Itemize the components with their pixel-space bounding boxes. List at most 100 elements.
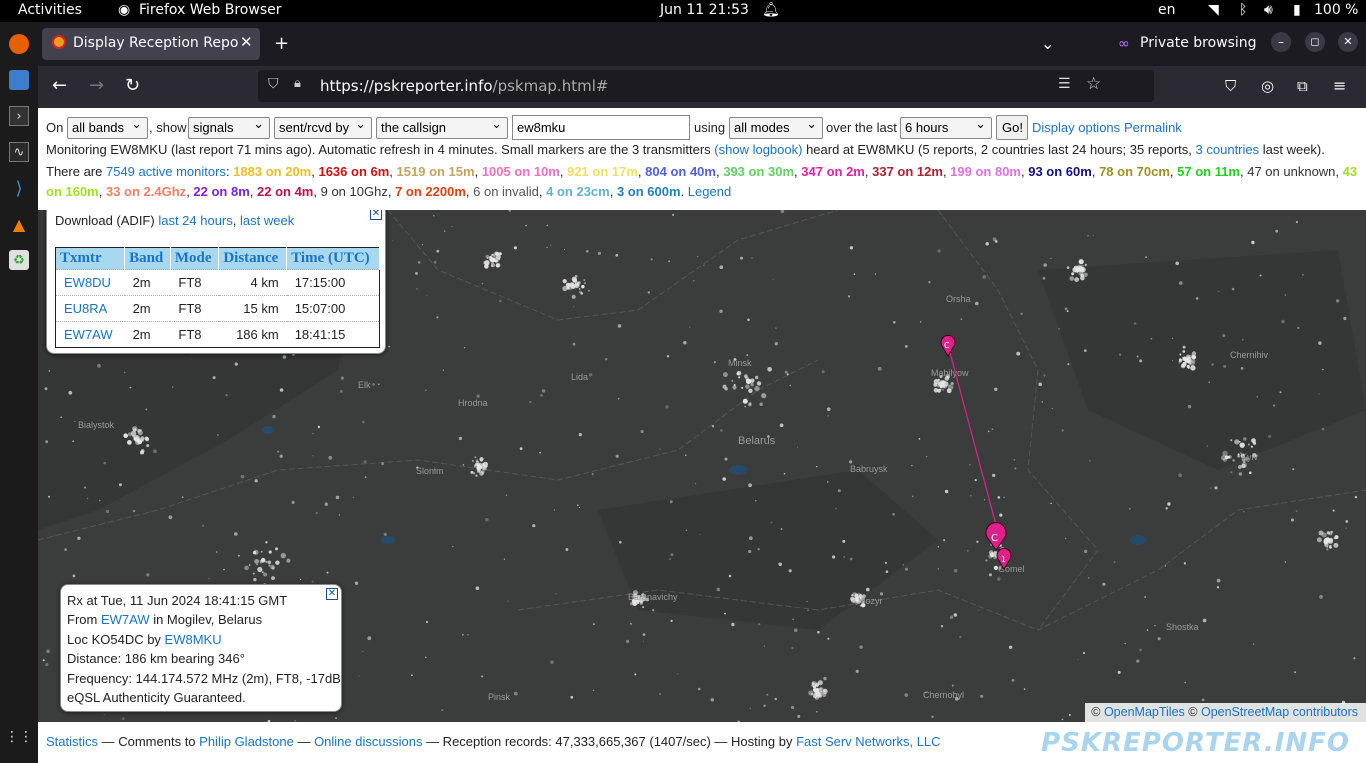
last-week-link[interactable]: last week [240, 213, 294, 228]
online-discussions-link[interactable]: Online discussions [314, 734, 422, 749]
permalink-link[interactable]: Permalink [1124, 120, 1182, 135]
from-callsign-link[interactable]: EW7AW [101, 612, 150, 627]
callsign-mode-select[interactable]: the callsign [376, 116, 508, 139]
account-icon[interactable]: ◎ [1261, 76, 1274, 96]
svg-text:C: C [944, 341, 950, 350]
signals-select[interactable]: signals [188, 116, 270, 139]
map[interactable]: Belarus Minsk Orsha Mahilyow Babruysk Go… [38, 210, 1366, 722]
extensions-icon[interactable]: ⧉ [1297, 76, 1308, 96]
battery-icon[interactable]: ▮ [1293, 2, 1301, 18]
go-button[interactable]: Go! [996, 115, 1028, 140]
philip-gladstone-link[interactable]: Philip Gladstone [199, 734, 294, 749]
terminal-icon[interactable]: › [9, 106, 29, 126]
activities-button[interactable]: Activities [18, 2, 82, 18]
town-light [1119, 353, 1122, 356]
url-text[interactable]: https://pskreporter.info/pskmap.html# [320, 77, 608, 95]
legend-link[interactable]: Legend [688, 184, 731, 199]
column-header[interactable]: Band [124, 247, 171, 270]
url-bar[interactable]: ⛉ 🔒︎ https://pskreporter.info/pskmap.htm… [258, 70, 1154, 102]
band-count: 7 on 2200m [395, 183, 466, 199]
minimize-icon[interactable]: – [1271, 32, 1291, 52]
show-logbook-link[interactable]: (show logbook) [714, 142, 802, 157]
modes-select[interactable]: all modes [729, 116, 823, 139]
town-light [689, 326, 691, 328]
town-light [783, 473, 786, 475]
close-tab-icon[interactable]: ✕ [240, 33, 253, 51]
city-light [756, 381, 762, 386]
tracking-shield-icon[interactable]: ⛉ [268, 76, 279, 92]
city-light [484, 260, 490, 266]
town-light [578, 506, 580, 508]
last-24-hours-link[interactable]: last 24 hours [158, 213, 232, 228]
table-cell[interactable]: EU8RA [55, 295, 125, 322]
hosting-link[interactable]: Fast Serv Networks, LLC [796, 734, 941, 749]
period-select[interactable]: 6 hours [900, 116, 992, 139]
keyboard-language[interactable]: en [1158, 2, 1176, 18]
app-menu[interactable]: Firefox Web Browser [139, 2, 282, 18]
openmaptiles-link[interactable]: OpenMapTiles [1104, 705, 1185, 719]
town-light [1061, 429, 1064, 432]
city-light [732, 385, 737, 390]
town-light [388, 345, 390, 348]
receiver-callsign-link[interactable]: EW8MKU [165, 632, 222, 647]
close-download-popup-icon[interactable]: ✕ [370, 210, 382, 220]
show-apps-icon[interactable]: ⋮⋮ [5, 727, 33, 747]
town-light [381, 462, 384, 466]
wifi-icon[interactable]: ◥ [1208, 2, 1219, 18]
close-info-popup-icon[interactable]: ✕ [326, 588, 338, 600]
system-monitor-icon[interactable]: ∿ [9, 142, 29, 162]
clock[interactable]: Jun 11 21:53 [660, 2, 749, 18]
town-light [1243, 511, 1245, 513]
reload-icon[interactable]: ↻ [125, 76, 140, 96]
volume-icon[interactable]: 🔊︎ [1264, 2, 1273, 18]
display-options-link[interactable]: Display options [1032, 120, 1120, 135]
bands-select[interactable]: all bands [67, 116, 148, 139]
list-tabs-icon[interactable]: ⌄ [1041, 34, 1054, 54]
column-header[interactable]: Txmtr [55, 247, 126, 270]
town-light [640, 429, 644, 434]
bluetooth-icon[interactable]: ᛒ [1239, 2, 1247, 18]
statistics-link[interactable]: Statistics [46, 734, 98, 749]
active-monitors-link[interactable]: 7549 active monitors [106, 164, 226, 179]
town-light [570, 695, 574, 699]
column-header[interactable]: Distance [218, 247, 288, 270]
bookmark-star-icon[interactable]: ☆ [1086, 74, 1101, 94]
city-light [262, 559, 264, 561]
town-light [634, 673, 637, 676]
files-icon[interactable] [9, 70, 29, 90]
column-header[interactable]: Mode [170, 247, 220, 270]
close-window-icon[interactable]: ✕ [1338, 32, 1358, 52]
vlc-icon[interactable]: ▲ [9, 214, 29, 234]
town-light [1231, 287, 1235, 291]
vscode-icon[interactable]: ⟩ [9, 178, 29, 199]
town-light [364, 476, 367, 479]
town-light [617, 398, 620, 400]
bell-icon[interactable]: 🔔︎ [762, 2, 780, 18]
firefox-icon[interactable] [9, 34, 29, 54]
trash-icon[interactable]: ♻ [9, 250, 29, 270]
reader-view-icon[interactable]: ☰ [1058, 76, 1071, 92]
tab-display-reception-report[interactable]: Display Reception Report ✕ [42, 28, 260, 60]
sent-rcvd-select[interactable]: sent/rcvd by [274, 116, 372, 139]
menu-icon[interactable]: ≡ [1333, 76, 1346, 96]
table-cell[interactable]: EW8DU [55, 269, 125, 296]
column-header[interactable]: Time (UTC) [286, 247, 380, 270]
city-light [1241, 462, 1247, 468]
countries-link[interactable]: 3 countries [1196, 142, 1260, 157]
town-light [444, 230, 446, 232]
city-light [1328, 531, 1333, 536]
forward-icon[interactable]: → [89, 76, 104, 96]
lock-icon[interactable]: 🔒︎ [294, 76, 301, 91]
city-light [1251, 438, 1256, 443]
openstreetmap-link[interactable]: OpenStreetMap contributors [1201, 705, 1358, 719]
new-tab-icon[interactable]: + [274, 34, 289, 54]
pocket-icon[interactable]: ⛉ [1225, 76, 1236, 96]
city-light [577, 281, 581, 285]
maximize-icon[interactable]: ◻ [1305, 32, 1325, 52]
band-count: 347 on 2m [801, 164, 865, 179]
callsign-input[interactable]: ew8mku [512, 115, 690, 140]
back-icon[interactable]: ← [52, 76, 67, 96]
table-cell[interactable]: EW7AW [55, 321, 125, 348]
table-body: EW8DU 2m FT8 4 km 17:15:00 EU8RA 2m FT8 15 km 15:… [55, 269, 380, 348]
city-light [1078, 259, 1084, 265]
